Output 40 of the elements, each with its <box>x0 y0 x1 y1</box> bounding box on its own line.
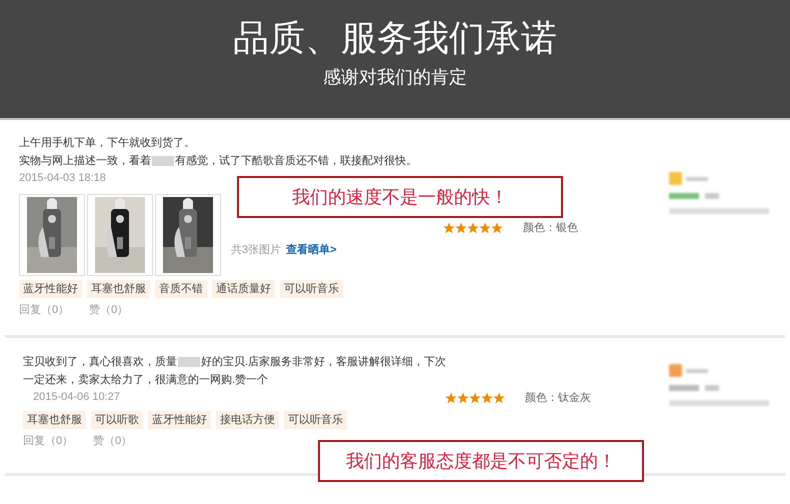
star-icon <box>443 222 455 234</box>
star-icon <box>467 222 479 234</box>
star-icon <box>457 392 469 404</box>
star-icon <box>481 392 493 404</box>
photo-count: 共3张图片 <box>231 242 282 258</box>
review-tag: 可以听音乐 <box>280 280 343 298</box>
color-option: 颜色：银色 <box>523 220 578 236</box>
review-tag: 音质不错 <box>155 280 207 298</box>
like-link[interactable]: 赞（0） <box>93 433 132 450</box>
review-tag: 接电话方便 <box>216 411 279 429</box>
review-tag: 可以听音乐 <box>284 411 347 429</box>
review-date: 2015-04-06 10:27 <box>33 390 120 405</box>
review-tag: 耳塞也舒服 <box>23 411 86 429</box>
reply-link[interactable]: 回复（0） <box>19 302 70 318</box>
photo-thumbnail[interactable] <box>155 194 221 276</box>
like-link[interactable]: 赞（0） <box>89 302 128 318</box>
star-icon <box>493 392 505 404</box>
header-title: 品质、服务我们承诺 <box>233 16 557 60</box>
review-text: 上午用手机下单，下午就收到货了。 <box>19 136 196 151</box>
reply-link[interactable]: 回复（0） <box>23 433 74 450</box>
review-tag: 蓝牙性能好 <box>19 280 82 298</box>
review-date: 2015-04-03 18:18 <box>19 171 106 186</box>
star-icon <box>491 222 503 234</box>
callout-box: 我们的客服态度都是不可否定的！ <box>318 440 644 482</box>
star-icon <box>455 222 467 234</box>
photo-thumbnail[interactable] <box>19 194 85 276</box>
review-text: 宝贝收到了，真心很喜欢，质量 好的宝贝.店家服务非常好，客服讲解很详细，下次一定还来，卖家太给力了，很满意的一网购.赞一个 <box>23 354 448 388</box>
star-icon <box>479 222 491 234</box>
review-tag: 可以听歌 <box>91 411 143 429</box>
review-tag: 通话质量好 <box>212 280 275 298</box>
review-tag: 耳塞也舒服 <box>87 280 150 298</box>
color-option: 颜色：钛金灰 <box>525 390 591 406</box>
star-icon <box>445 392 457 404</box>
review-text: 实物与网上描述一致，看着 有感觉，试了下酷歌音质还不错，联接配对很快。 <box>19 154 418 169</box>
callout-box: 我们的速度不是一般的快！ <box>237 176 563 218</box>
photo-thumbnail[interactable] <box>87 194 153 276</box>
star-icon <box>469 392 481 404</box>
header-subtitle: 感谢对我们的肯定 <box>323 66 467 89</box>
review-tag: 蓝牙性能好 <box>148 411 211 429</box>
view-photos-link[interactable]: 查看晒单> <box>286 242 337 258</box>
